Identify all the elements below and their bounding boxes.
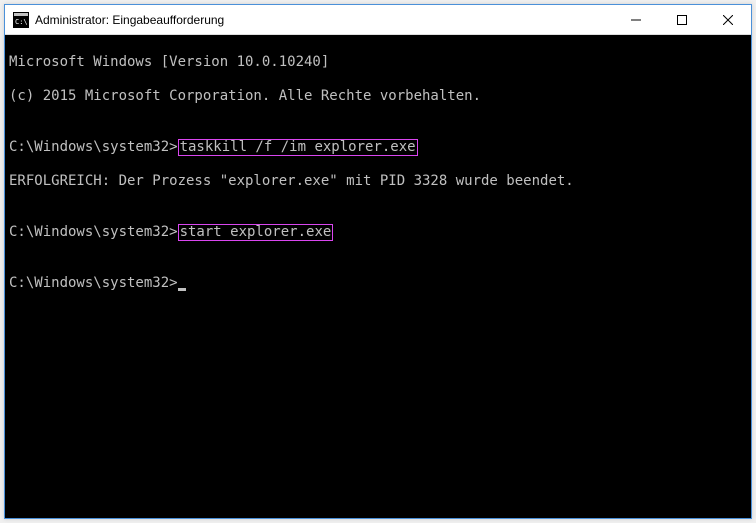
window-title: Administrator: Eingabeaufforderung [35,13,613,27]
terminal-area[interactable]: Microsoft Windows [Version 10.0.10240] (… [5,35,751,518]
terminal-line: (c) 2015 Microsoft Corporation. Alle Rec… [9,88,747,105]
prompt: C:\Windows\system32> [9,139,178,155]
terminal-line: Microsoft Windows [Version 10.0.10240] [9,54,747,71]
terminal-line: C:\Windows\system32> [9,275,747,292]
command-highlight: taskkill /f /im explorer.exe [178,139,418,156]
command-highlight: start explorer.exe [178,224,334,241]
minimize-button[interactable] [613,5,659,35]
maximize-button[interactable] [659,5,705,35]
close-button[interactable] [705,5,751,35]
prompt: C:\Windows\system32> [9,224,178,240]
cmd-icon: C:\ [13,12,29,28]
window-controls [613,5,751,34]
cursor [178,288,186,291]
terminal-line: ERFOLGREICH: Der Prozess "explorer.exe" … [9,173,747,190]
svg-text:C:\: C:\ [15,18,28,26]
cmd-window: C:\ Administrator: Eingabeaufforderung M… [4,4,752,519]
titlebar[interactable]: C:\ Administrator: Eingabeaufforderung [5,5,751,35]
terminal-line: C:\Windows\system32>start explorer.exe [9,224,747,241]
terminal-line: C:\Windows\system32>taskkill /f /im expl… [9,139,747,156]
prompt: C:\Windows\system32> [9,275,178,291]
